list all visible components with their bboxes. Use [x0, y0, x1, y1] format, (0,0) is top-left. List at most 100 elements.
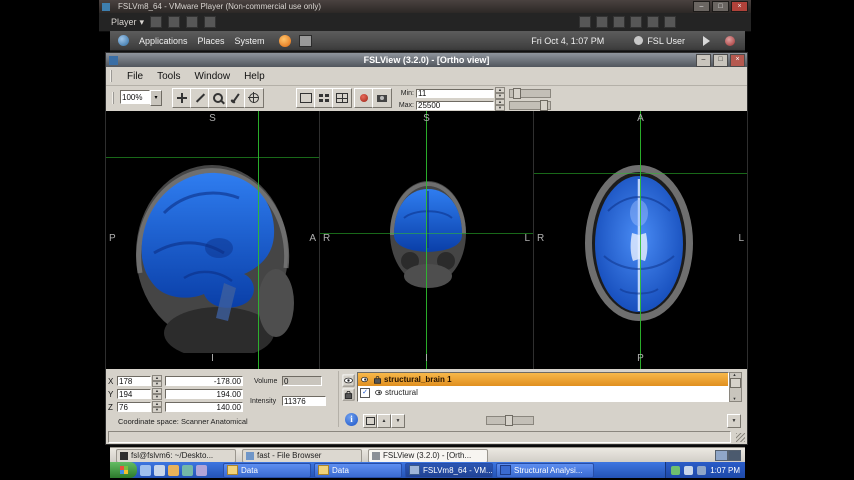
taskbar-button-document[interactable]: Structural Analysi...: [496, 462, 594, 478]
visibility-checkbox[interactable]: ✓: [360, 387, 370, 398]
overlay-options-button[interactable]: ▼: [727, 414, 741, 428]
vm-fullscreen-icon[interactable]: [664, 16, 676, 28]
movie-button[interactable]: [354, 88, 374, 108]
menu-system[interactable]: System: [235, 36, 265, 46]
toolbar-grip[interactable]: [112, 92, 117, 104]
security-tray-icon[interactable]: [671, 465, 681, 475]
overlay-add-button[interactable]: [363, 414, 377, 428]
lock-all-button[interactable]: [342, 388, 355, 401]
panel-username[interactable]: FSL User: [647, 36, 685, 46]
taskbar-button-vmware[interactable]: FSLVm8_64 - VM...: [405, 462, 493, 478]
vm-minimize-button[interactable]: –: [693, 1, 710, 12]
terminal-launcher-icon[interactable]: [298, 34, 312, 47]
cursor-tool-button[interactable]: [244, 88, 264, 108]
intensity-input[interactable]: [282, 396, 326, 406]
volume-tray-icon[interactable]: [684, 465, 694, 475]
vm-unity-icon[interactable]: [647, 16, 659, 28]
firefox-icon[interactable]: [278, 34, 291, 47]
min-slider[interactable]: [509, 87, 551, 99]
overlay-row-selected[interactable]: structural_brain 1: [358, 373, 728, 386]
transparency-slider[interactable]: [486, 415, 534, 426]
x-spin-buttons[interactable]: ▲ ▼: [152, 375, 162, 387]
fslview-close-button[interactable]: ×: [730, 53, 745, 67]
z-spin-buttons[interactable]: ▲ ▼: [152, 401, 162, 413]
quicklaunch-browser-icon[interactable]: [140, 464, 151, 476]
quicklaunch-media-icon[interactable]: [182, 464, 193, 476]
min-input[interactable]: [416, 88, 494, 98]
max-input[interactable]: [416, 100, 494, 110]
draw-tool-button[interactable]: [190, 88, 210, 108]
taskbar-button-fslview[interactable]: FSLView (3.2.0) - [Orth...: [368, 448, 488, 463]
vm-power-icon[interactable]: [150, 16, 163, 28]
snapshot-button[interactable]: [372, 88, 392, 108]
max-slider-handle[interactable]: [540, 99, 548, 111]
workspace-1[interactable]: [715, 450, 728, 461]
overlay-up-button[interactable]: ▲: [377, 414, 391, 428]
vm-usb-icon[interactable]: [613, 16, 625, 28]
vm-sound-icon[interactable]: [630, 16, 642, 28]
fslview-minimize-button[interactable]: –: [696, 53, 711, 67]
fslview-maximize-button[interactable]: □: [713, 53, 728, 67]
overlay-info-button[interactable]: i: [345, 413, 358, 426]
max-spin-buttons[interactable]: ▲ ▼: [495, 99, 505, 111]
menu-places[interactable]: Places: [198, 36, 225, 46]
workspace-2[interactable]: [728, 450, 741, 461]
ortho-pane-sagittal[interactable]: S I P A: [106, 111, 320, 369]
resize-grip[interactable]: [736, 433, 745, 442]
scroll-down-icon[interactable]: ▼: [730, 397, 739, 401]
volume-spinbox[interactable]: [282, 376, 322, 386]
ortho-pane-coronal[interactable]: S I R L: [320, 111, 534, 369]
menu-file[interactable]: File: [120, 69, 150, 84]
vm-maximize-button[interactable]: □: [712, 1, 729, 12]
quicklaunch-app-icon[interactable]: [196, 464, 207, 476]
vm-snapshot-icon[interactable]: [186, 16, 199, 28]
zoom-tool-button[interactable]: [208, 88, 228, 108]
player-menu[interactable]: Player ▾: [111, 17, 144, 28]
ortho-pane-axial[interactable]: A P R L: [534, 111, 747, 369]
taskbar-button-file-browser[interactable]: fast - File Browser: [242, 448, 362, 463]
menu-help[interactable]: Help: [237, 69, 272, 84]
menu-tools[interactable]: Tools: [150, 69, 187, 84]
overlay-row[interactable]: ✓ structural: [358, 386, 728, 399]
vm-devices-icon[interactable]: [168, 16, 181, 28]
lock-icon[interactable]: [374, 375, 381, 384]
z-voxel-input[interactable]: [117, 402, 151, 412]
spin-down-icon[interactable]: ▼: [152, 407, 162, 413]
single-view-button[interactable]: [296, 88, 316, 108]
overlay-list-scrollbar[interactable]: ▲ ▼: [729, 372, 742, 402]
vm-close-button[interactable]: ×: [731, 1, 748, 12]
ortho-view-button[interactable]: [332, 88, 352, 108]
y-spin-buttons[interactable]: ▲ ▼: [152, 388, 162, 400]
spin-down-icon[interactable]: ▼: [152, 394, 162, 400]
max-slider[interactable]: [509, 99, 551, 111]
vm-network-icon[interactable]: [596, 16, 608, 28]
vm-cd-icon[interactable]: [579, 16, 591, 28]
spin-down-icon[interactable]: ▼: [152, 381, 162, 387]
y-voxel-input[interactable]: [117, 389, 151, 399]
shutdown-icon[interactable]: [725, 35, 735, 46]
quicklaunch-desktop-icon[interactable]: [154, 464, 165, 476]
taskbar-button-data-1[interactable]: Data: [223, 462, 311, 478]
y-mm-input[interactable]: [165, 389, 243, 399]
min-slider-handle[interactable]: [513, 87, 521, 99]
quicklaunch-folder-icon[interactable]: [168, 464, 179, 476]
x-mm-input[interactable]: [165, 376, 243, 386]
panel-clock[interactable]: Fri Oct 4, 1:07 PM: [531, 36, 604, 46]
scrollbar-thumb[interactable]: [730, 378, 741, 388]
min-spin-buttons[interactable]: ▲ ▼: [495, 87, 505, 99]
menubar-grip[interactable]: [110, 70, 115, 82]
x-voxel-input[interactable]: [117, 376, 151, 386]
zoom-caret-icon[interactable]: ▾: [150, 90, 162, 106]
pan-tool-button[interactable]: [172, 88, 192, 108]
transparency-slider-handle[interactable]: [505, 415, 513, 426]
network-tray-icon[interactable]: [697, 465, 707, 475]
lightbox-view-button[interactable]: [314, 88, 334, 108]
eyedropper-tool-button[interactable]: [226, 88, 246, 108]
workspace-switcher[interactable]: [715, 450, 741, 461]
distro-menu-icon[interactable]: [118, 35, 129, 46]
eye-icon[interactable]: [375, 389, 382, 396]
menu-applications[interactable]: Applications: [139, 36, 188, 46]
overlay-down-button[interactable]: ▼: [391, 414, 405, 428]
zoom-combobox[interactable]: ▾: [120, 90, 162, 106]
vm-settings-icon[interactable]: [204, 16, 217, 28]
